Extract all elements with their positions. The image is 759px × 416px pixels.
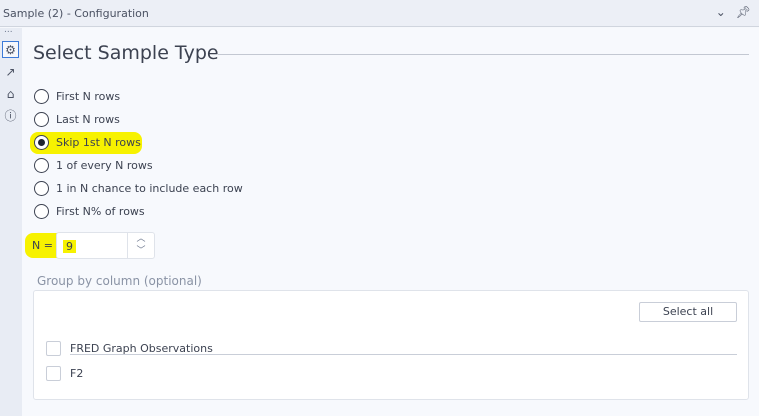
column-checkbox-f2[interactable]: F2 <box>46 366 83 381</box>
radio-circle <box>34 204 49 219</box>
n-label: N = <box>32 239 53 252</box>
group-by-column-list: Select all FRED Graph Observations F2 <box>33 290 749 400</box>
radio-skip-1st-n-rows[interactable]: Skip 1st N rows <box>34 135 141 150</box>
radio-label: First N% of rows <box>56 205 145 218</box>
divider <box>218 54 749 55</box>
title-bar: Sample (2) - Configuration ⌄ 📌︎ <box>0 0 759 27</box>
divider <box>70 354 737 355</box>
side-toolbar: ... ⚙ ↗ ⌂ ⓘ <box>0 25 22 416</box>
n-value[interactable]: 9 <box>63 240 76 253</box>
radio-circle <box>34 135 49 150</box>
checkbox[interactable] <box>46 341 61 356</box>
increment-chevron-up-icon[interactable]: ︿ <box>128 233 154 245</box>
radio-dot <box>38 139 45 146</box>
radio-label: Last N rows <box>56 113 120 126</box>
chevron-down-icon[interactable]: ⌄ <box>716 5 726 19</box>
output-arrow-icon[interactable]: ↗ <box>2 63 19 80</box>
radio-1-in-n-chance[interactable]: 1 in N chance to include each row <box>34 181 243 196</box>
radio-first-n-rows[interactable]: First N rows <box>34 89 120 104</box>
radio-circle <box>34 89 49 104</box>
column-label: F2 <box>70 367 84 380</box>
radio-label: First N rows <box>56 90 121 103</box>
decrement-chevron-down-icon[interactable]: ﹀ <box>128 245 154 257</box>
select-all-button[interactable]: Select all <box>639 302 737 322</box>
pin-icon[interactable]: 📌︎ <box>736 5 751 19</box>
radio-label: Skip 1st N rows <box>56 136 141 149</box>
radio-last-n-rows[interactable]: Last N rows <box>34 112 120 127</box>
radio-circle <box>34 158 49 173</box>
more-icon[interactable]: ... <box>4 25 13 35</box>
gear-icon[interactable]: ⚙ <box>2 41 19 58</box>
section-title: Select Sample Type <box>33 42 219 64</box>
radio-label: 1 of every N rows <box>56 159 153 172</box>
configuration-panel: Select Sample Type First N rows Last N r… <box>22 28 759 416</box>
tag-icon[interactable]: ⌂ <box>2 85 19 102</box>
window-title: Sample (2) - Configuration <box>3 6 149 20</box>
help-icon[interactable]: ⓘ <box>2 107 19 124</box>
group-by-label: Group by column (optional) <box>37 274 202 288</box>
checkbox[interactable] <box>46 366 61 381</box>
radio-1-of-every-n-rows[interactable]: 1 of every N rows <box>34 158 153 173</box>
n-stepper[interactable]: 9 ︿ ﹀ <box>56 232 155 259</box>
radio-circle <box>34 181 49 196</box>
radio-circle <box>34 112 49 127</box>
radio-label: 1 in N chance to include each row <box>56 182 243 195</box>
radio-first-n-percent[interactable]: First N% of rows <box>34 204 145 219</box>
